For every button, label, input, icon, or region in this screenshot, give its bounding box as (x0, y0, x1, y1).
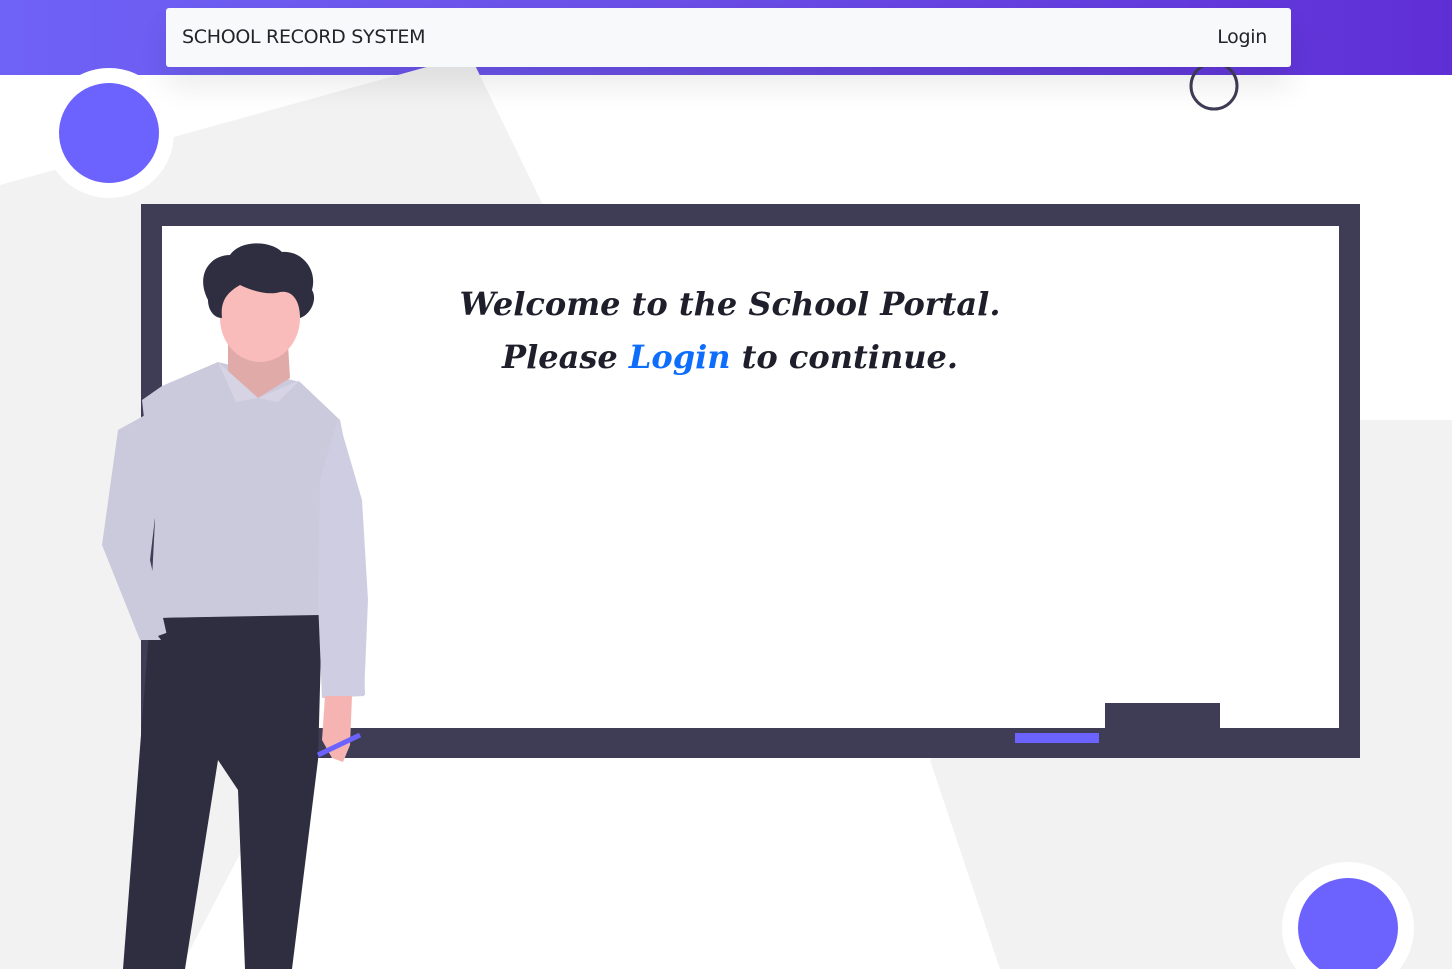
decor-circle-top-left (59, 83, 159, 183)
welcome-please-text: Please (502, 338, 618, 376)
navbar: SCHOOL RECORD SYSTEM Login (166, 8, 1291, 67)
teacher-illustration (0, 55, 1452, 969)
welcome-message: Welcome to the School Portal. Please Log… (430, 278, 1030, 384)
welcome-line-2: Please Login to continue. (430, 331, 1030, 384)
nav-login-link[interactable]: Login (1217, 26, 1267, 48)
welcome-continue-text: to continue. (741, 338, 958, 376)
whiteboard-eraser (1105, 703, 1220, 729)
welcome-login-link[interactable]: Login (629, 338, 731, 376)
brand-link[interactable]: SCHOOL RECORD SYSTEM (182, 26, 425, 48)
welcome-line-1: Welcome to the School Portal. (459, 285, 1001, 323)
decor-circle-outline (1189, 61, 1239, 111)
whiteboard-marker (1015, 733, 1099, 743)
